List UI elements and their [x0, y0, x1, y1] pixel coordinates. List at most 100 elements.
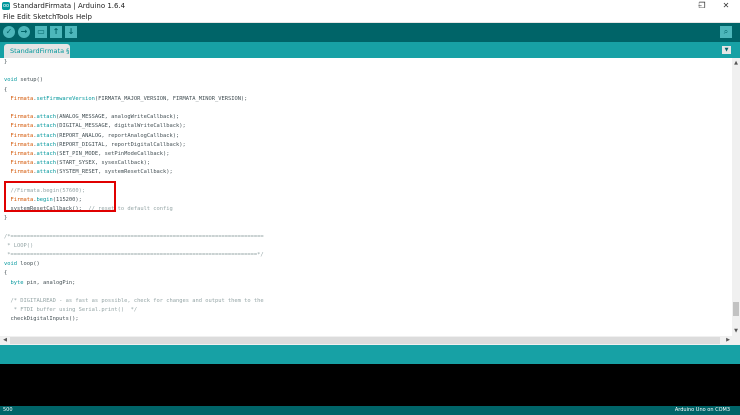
vertical-scrollbar[interactable]: ▲ ▼: [732, 58, 740, 336]
code-token: (REPORT_ANALOG, reportAnalogCallback);: [55, 132, 180, 139]
menu-sketch[interactable]: Sketch: [33, 13, 57, 22]
close-button[interactable]: ✕: [716, 0, 736, 12]
code-token: (REPORT_DIGITAL, reportDigitalCallback);: [55, 141, 186, 148]
code-line[interactable]: [4, 288, 264, 297]
tab-bar: StandardFirmata § ▼: [0, 42, 740, 58]
code-line[interactable]: Firmata.attach(REPORT_DIGITAL, reportDig…: [4, 141, 264, 150]
toolbar: ✓ → ▭ ↑ ↓ ⌕: [0, 23, 740, 42]
code-token: }: [4, 59, 8, 65]
code-line[interactable]: Firmata.attach(ANALOG_MESSAGE, analogWri…: [4, 113, 264, 122]
code-line[interactable]: }: [4, 58, 264, 67]
menu-help[interactable]: Help: [76, 13, 92, 22]
open-sketch-button[interactable]: ↑: [50, 26, 62, 38]
code-line[interactable]: Firmata.attach(REPORT_ANALOG, reportAnal…: [4, 132, 264, 141]
code-token: (FIRMATA_MAJOR_VERSION, FIRMATA_MINOR_VE…: [94, 95, 248, 102]
code-line[interactable]: [4, 223, 264, 232]
code-token: /* DIGITALREAD - as fast as possible, ch…: [4, 297, 264, 304]
code-token: checkDigitalInputs();: [4, 316, 79, 323]
new-sketch-button[interactable]: ▭: [35, 26, 47, 38]
code-token: byte: [10, 279, 24, 286]
menu-bar: File Edit Sketch Tools Help: [0, 12, 740, 23]
code-token: {: [4, 86, 8, 93]
tab-menu-chevron-down-icon[interactable]: ▼: [722, 46, 731, 54]
code-token: (SET_PIN_MODE, setPinModeCallback);: [55, 150, 170, 157]
code-line[interactable]: [4, 104, 264, 113]
code-token: (START_SYSEX, sysexCallback);: [55, 160, 151, 167]
tab-standardfirmata[interactable]: StandardFirmata §: [4, 44, 70, 58]
code-token: Firmata: [10, 114, 34, 121]
maximize-button[interactable]: ❐: [692, 0, 712, 12]
code-token: }: [4, 215, 8, 222]
upload-button[interactable]: →: [18, 26, 30, 38]
verify-button[interactable]: ✓: [3, 26, 15, 38]
code-line[interactable]: Firmata.attach(SET_PIN_MODE, setPinModeC…: [4, 150, 264, 159]
code-token: attach: [36, 132, 56, 139]
horizontal-scrollbar[interactable]: ◀ ▶: [0, 336, 740, 345]
code-line[interactable]: void loop(): [4, 260, 264, 269]
title-bar: oo StandardFirmata | Arduino 1.6.4 – ❐ ✕: [0, 0, 740, 12]
code-token: (SYSTEM_RESET, systemResetCallback);: [55, 169, 173, 176]
menu-tools[interactable]: Tools: [56, 13, 73, 22]
code-token: Firmata: [10, 150, 34, 157]
line-number: 500: [3, 407, 13, 413]
code-token: setFirmwareVersion: [36, 95, 95, 102]
code-line[interactable]: *=======================================…: [4, 251, 264, 260]
window-title: StandardFirmata | Arduino 1.6.4: [13, 2, 126, 10]
code-line[interactable]: {: [4, 269, 264, 278]
code-token: {: [4, 270, 8, 277]
code-editor[interactable]: } void setup(){ Firmata.setFirmwareVersio…: [0, 58, 740, 336]
code-line[interactable]: /*======================================…: [4, 233, 264, 242]
code-line[interactable]: /* DIGITALREAD - as fast as possible, ch…: [4, 297, 264, 306]
code-token: attach: [36, 141, 56, 148]
code-token: (DIGITAL_MESSAGE, digitalWriteCallback);: [55, 123, 186, 130]
menu-edit[interactable]: Edit: [17, 13, 31, 22]
status-bar: 500 Arduino Uno on COM3: [0, 406, 740, 415]
code-token: void: [4, 77, 17, 84]
code-line[interactable]: Firmata.attach(SYSTEM_RESET, systemReset…: [4, 168, 264, 177]
code-token: Firmata: [10, 160, 34, 167]
code-line[interactable]: byte pin, analogPin;: [4, 279, 264, 288]
code-line[interactable]: Firmata.setFirmwareVersion(FIRMATA_MAJOR…: [4, 95, 264, 104]
code-token: attach: [36, 169, 56, 176]
code-line[interactable]: Firmata.attach(DIGITAL_MESSAGE, digitalW…: [4, 122, 264, 131]
highlight-annotation-box: [4, 181, 116, 212]
code-token: attach: [36, 150, 56, 157]
scroll-left-icon[interactable]: ◀: [1, 337, 9, 343]
scroll-down-icon[interactable]: ▼: [732, 328, 740, 334]
code-token: Firmata: [10, 169, 34, 176]
arduino-logo-icon: oo: [2, 2, 10, 10]
scroll-right-icon[interactable]: ▶: [724, 337, 732, 343]
vertical-scroll-thumb[interactable]: [733, 302, 739, 316]
save-sketch-button[interactable]: ↓: [65, 26, 77, 38]
code-line[interactable]: * LOOP(): [4, 242, 264, 251]
code-line[interactable]: checkDigitalInputs();: [4, 315, 264, 324]
code-token: Firmata: [10, 95, 34, 102]
code-line[interactable]: * FTDI buffer using Serial.print() */: [4, 306, 264, 315]
code-token: * FTDI buffer using Serial.print() */: [4, 307, 138, 314]
code-token: (ANALOG_MESSAGE, analogWriteCallback);: [55, 114, 180, 121]
code-token: attach: [36, 114, 56, 121]
console-output[interactable]: [0, 364, 740, 406]
code-line[interactable]: }: [4, 214, 264, 223]
code-token: /*======================================…: [4, 233, 264, 240]
code-line[interactable]: void setup(): [4, 76, 264, 85]
code-token: attach: [36, 123, 56, 130]
code-token: setup(): [16, 77, 43, 84]
serial-monitor-button[interactable]: ⌕: [720, 26, 732, 38]
scroll-up-icon[interactable]: ▲: [732, 60, 740, 66]
code-line[interactable]: Firmata.attach(START_SYSEX, sysexCallbac…: [4, 159, 264, 168]
code-token: Firmata: [10, 141, 34, 148]
code-token: loop(): [16, 261, 40, 268]
code-token: Firmata: [10, 123, 34, 130]
board-port-label: Arduino Uno on COM3: [674, 407, 730, 413]
menu-file[interactable]: File: [3, 13, 15, 22]
code-token: Firmata: [10, 132, 34, 139]
code-token: * LOOP(): [4, 242, 34, 249]
code-token: pin, analogPin;: [23, 279, 76, 286]
code-line[interactable]: {: [4, 86, 264, 95]
code-line[interactable]: [4, 67, 264, 76]
horizontal-scroll-thumb[interactable]: [10, 337, 720, 344]
code-token: void: [4, 261, 17, 268]
code-token: attach: [36, 160, 56, 167]
code-token: *=======================================…: [4, 251, 264, 258]
